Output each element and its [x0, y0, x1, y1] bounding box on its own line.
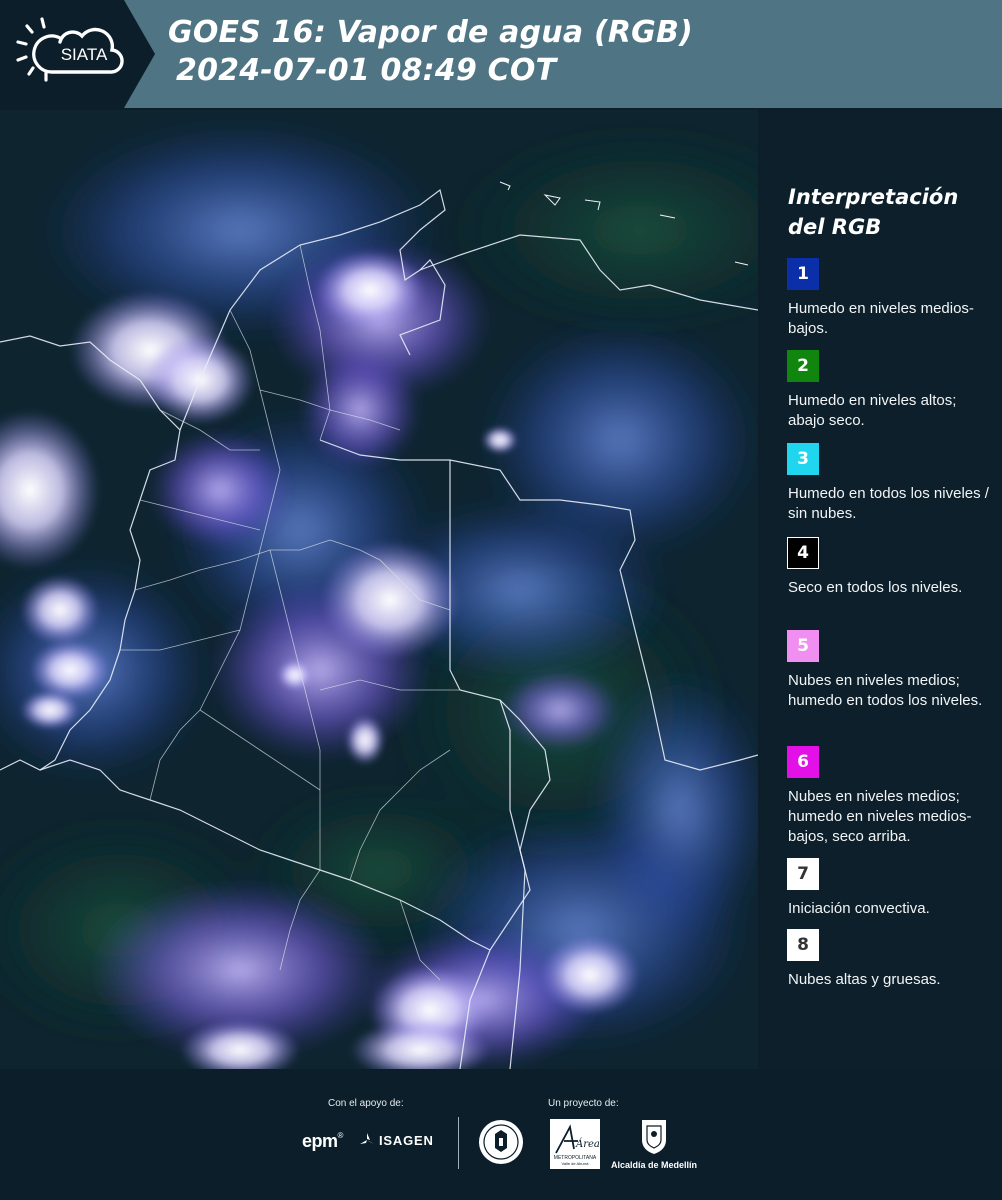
isagen-icon: [360, 1133, 374, 1144]
legend-swatch-8: 8: [787, 929, 819, 961]
legend-item-1: 1 Humedo en niveles medios-bajos.: [787, 258, 993, 339]
legend-item-3: 3 Humedo en todos los niveles / sin nubes…: [787, 443, 993, 524]
legend-text-6: Nubes en niveles medios; humedo en nivel…: [788, 788, 972, 845]
legend-title: Interpretación del RGB: [788, 182, 988, 242]
legend-title-line-2: del RGB: [788, 215, 882, 239]
alcaldia-text: Alcaldía de Medellín: [611, 1160, 698, 1170]
legend-item-4: 4 Seco en todos los niveles.: [787, 537, 993, 598]
support-label: Con el apoyo de:: [328, 1098, 404, 1109]
legend-text-3: Humedo en todos los niveles / sin nubes.: [788, 485, 989, 522]
header-bar: SIATA GOES 16: Vapor de agua (RGB) 2024-…: [0, 0, 1002, 108]
legend-item-2: 2 Humedo en niveles altos; abajo seco.: [787, 350, 993, 431]
isagen-logo: ISAGEN: [358, 1131, 434, 1149]
legend-swatch-4: 4: [787, 537, 819, 569]
legend-item-5: 5 Nubes en niveles medios; humedo en todo…: [787, 630, 993, 711]
title-line-2: 2024-07-01 08:49 COT: [176, 53, 557, 88]
siata-logo-text: SIATA: [61, 45, 108, 64]
epm-logo: epm®: [302, 1131, 344, 1151]
legend-item-6: 6 Nubes en niveles medios; humedo en nive…: [787, 746, 993, 847]
legend-swatch-1: 1: [787, 258, 819, 290]
alcaldia-shield: [640, 1118, 668, 1161]
legend-text-5: Nubes en niveles medios; humedo en todos…: [788, 672, 983, 709]
legend-swatch-6: 6: [787, 746, 819, 778]
legend-item-7: 7 Iniciación convectiva.: [787, 858, 993, 919]
legend-item-8: 8 Nubes altas y gruesas.: [787, 929, 993, 990]
project-label: Un proyecto de:: [548, 1098, 619, 1109]
isagen-logo-text: ISAGEN: [379, 1132, 434, 1148]
area-metropolitana-logo: Área METROPOLITANA Valle de Aburrá: [550, 1119, 600, 1174]
siata-logo: SIATA: [0, 0, 155, 108]
legend-panel: Interpretación del RGB 1 Humedo en nivele…: [760, 110, 1002, 1069]
satellite-image: [0, 110, 758, 1069]
legend-text-7: Iniciación convectiva.: [788, 900, 930, 917]
area-script-text: Área: [575, 1138, 600, 1150]
footer-divider: [458, 1117, 459, 1169]
legend-text-2: Humedo en niveles altos; abajo seco.: [788, 392, 957, 429]
legend-swatch-7: 7: [787, 858, 819, 890]
legend-text-4: Seco en todos los niveles.: [788, 579, 963, 596]
title-line-1: GOES 16: Vapor de agua (RGB): [168, 15, 693, 50]
epm-logo-text: epm: [302, 1131, 338, 1151]
seal-logo: [477, 1118, 525, 1171]
satellite-map: [0, 110, 758, 1069]
page-title: GOES 16: Vapor de agua (RGB) 2024-07-01 …: [168, 14, 988, 90]
legend-swatch-3: 3: [787, 443, 819, 475]
footer: Con el apoyo de: Un proyecto de: epm® IS…: [0, 1069, 1002, 1200]
legend-text-8: Nubes altas y gruesas.: [788, 971, 941, 988]
legend-text-1: Humedo en niveles medios-bajos.: [788, 300, 974, 337]
legend-swatch-2: 2: [787, 350, 819, 382]
legend-title-line-1: Interpretación: [788, 185, 959, 209]
valle-text: Valle de Aburrá: [561, 1161, 589, 1166]
legend-swatch-5: 5: [787, 630, 819, 662]
